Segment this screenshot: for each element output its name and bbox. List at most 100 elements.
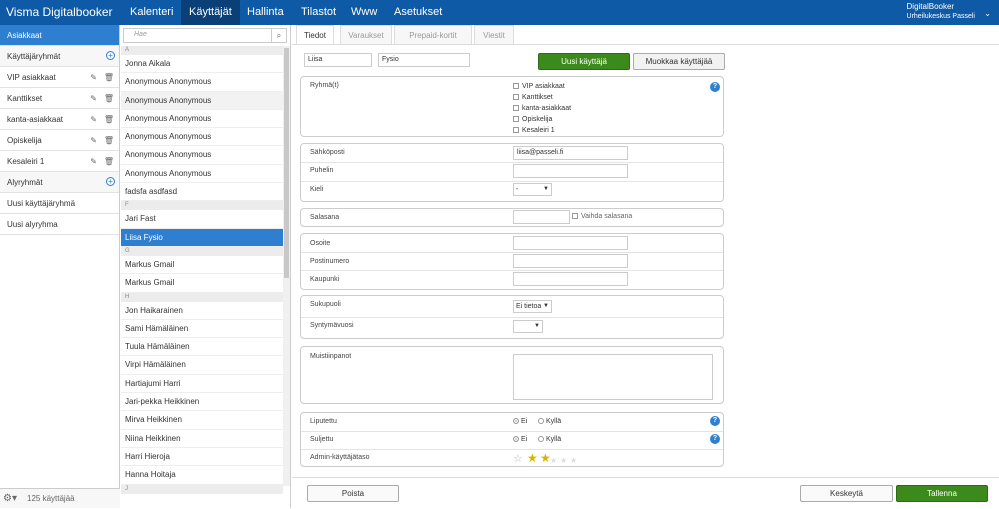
list-item[interactable]: Niina Heikkinen [121,430,283,448]
flagged-yes-radio[interactable]: Kyllä [538,418,561,425]
birthyear-select[interactable]: ▼ [513,320,543,333]
help-icon[interactable]: ? [710,82,720,92]
pencil-icon[interactable]: ✎ [90,109,97,130]
edit-user-button[interactable]: Muokkaa käyttäjää [633,53,725,70]
trash-icon[interactable]: 🗑 [104,109,114,130]
first-name-field[interactable]: Liisa [304,53,372,67]
search-input[interactable]: Hae ⌕ [123,28,287,43]
trash-icon[interactable]: 🗑 [104,151,114,172]
group-checkbox[interactable]: Kesaleiri 1 [513,127,555,134]
list-item[interactable]: Virpi Hämäläinen [121,356,283,375]
list-item[interactable]: Anonymous Anonymous [121,146,283,165]
trash-icon[interactable]: 🗑 [104,130,114,151]
checkbox-icon[interactable] [513,127,519,134]
checkbox-icon[interactable] [572,213,578,220]
list-item[interactable]: Anonymous Anonymous [121,128,283,147]
gender-select[interactable]: Ei tietoa ▼ [513,300,552,313]
tab-tiedot[interactable]: Tiedot [296,25,334,44]
list-item[interactable]: Markus Gmail [121,256,283,275]
list-item[interactable]: fadsfa asdfasd [121,183,283,202]
trash-icon[interactable]: 🗑 [104,88,114,109]
star-icon[interactable]: ★ [527,452,538,464]
nav-asetukset[interactable]: Asetukset [386,0,450,25]
list-item[interactable]: Tuula Hämäläinen [121,338,283,357]
radio-icon[interactable] [538,418,544,425]
scrollbar-thumb[interactable] [284,48,289,278]
list-item[interactable]: Anonymous Anonymous [121,165,283,184]
app-brand[interactable]: Visma Digitalbooker [6,5,113,19]
nav-www[interactable]: Www [343,0,385,25]
trash-icon[interactable]: 🗑 [104,67,114,88]
sidebar-item-kesaleiri[interactable]: Kesaleiri 1 ✎ 🗑 [0,151,119,172]
group-checkbox[interactable]: Opiskelija [513,116,552,123]
list-item[interactable]: Jari Fast [121,210,283,229]
list-item[interactable]: Harri Hieroja [121,448,283,467]
list-scrollbar[interactable] [283,46,290,486]
address-field[interactable] [513,236,628,250]
checkbox-icon[interactable] [513,116,519,123]
tab-viestit[interactable]: Viestit [474,25,514,44]
list-item[interactable]: Hartiajumi Harri [121,375,283,394]
nav-kalenteri[interactable]: Kalenteri [122,0,181,25]
list-item[interactable]: Anonymous Anonymous [121,91,283,110]
user-menu[interactable]: DigitalBooker Urheilukeskus Passeli [907,2,975,22]
star-icon[interactable]: ★ [560,455,567,466]
new-user-button[interactable]: Uusi käyttäjä [538,53,630,70]
add-group-icon[interactable]: + [106,51,115,60]
radio-icon[interactable] [513,436,519,443]
list-item[interactable]: Markus Gmail [121,274,283,293]
group-checkbox[interactable]: Kanttikset [513,94,553,101]
closed-no-radio[interactable]: Ei [513,436,527,443]
closed-yes-radio[interactable]: Kyllä [538,436,561,443]
star-icon[interactable]: ★ [570,455,577,466]
radio-icon[interactable] [538,436,544,443]
list-item[interactable]: Anonymous Anonymous [121,110,283,129]
nav-kayttajat[interactable]: Käyttäjät [181,0,240,25]
checkbox-icon[interactable] [513,94,519,101]
flagged-no-radio[interactable]: Ei [513,418,527,425]
last-name-field[interactable]: Fysio [378,53,470,67]
sidebar-item-kanttikset[interactable]: Kanttikset ✎ 🗑 [0,88,119,109]
zip-field[interactable] [513,254,628,268]
list-item[interactable]: Jari-pekka Heikkinen [121,393,283,412]
add-smart-group-icon[interactable]: + [106,177,115,186]
list-item[interactable]: Jonna Aikala [121,55,283,74]
sidebar-item-asiakkaat[interactable]: Asiakkaat [0,25,119,46]
tab-varaukset[interactable]: Varaukset [340,25,392,44]
star-icon[interactable]: ★ [550,455,557,466]
list-item[interactable]: Hanna Hoitaja [121,466,283,485]
pencil-icon[interactable]: ✎ [90,130,97,151]
tab-prepaid-kortit[interactable]: Prepaid-kortit [394,25,472,44]
list-item[interactable]: Anonymous Anonymous [121,73,283,92]
help-icon[interactable]: ? [710,434,720,444]
email-field[interactable]: liisa@passeli.fi [513,146,628,160]
pencil-icon[interactable]: ✎ [90,67,97,88]
language-select[interactable]: - ▼ [513,183,552,196]
save-button[interactable]: Tallenna [896,485,988,502]
group-checkbox[interactable]: kanta-asiakkaat [513,105,571,112]
pencil-icon[interactable]: ✎ [90,88,97,109]
search-icon[interactable]: ⌕ [271,29,286,42]
list-item[interactable]: Sami Hämäläinen [121,320,283,339]
list-item[interactable]: Mirva Heikkinen [121,411,283,430]
list-item-selected[interactable]: Liisa Fysio [121,228,283,247]
sidebar-item-vip[interactable]: VIP asiakkaat ✎ 🗑 [0,67,119,88]
help-icon[interactable]: ? [710,416,720,426]
checkbox-icon[interactable] [513,83,519,90]
cancel-button[interactable]: Keskeytä [800,485,893,502]
checkbox-icon[interactable] [513,105,519,112]
pencil-icon[interactable]: ✎ [90,151,97,172]
notes-textarea[interactable] [513,354,713,400]
gear-icon[interactable]: ⚙▾ [3,489,17,509]
chevron-down-icon[interactable]: ⌄ [984,9,991,18]
sidebar-item-kanta-asiakkaat[interactable]: kanta-asiakkaat ✎ 🗑 [0,109,119,130]
nav-tilastot[interactable]: Tilastot [293,0,344,25]
sidebar-item-new-user-group[interactable]: Uusi käyttäjäryhmä [0,193,119,214]
radio-icon[interactable] [513,418,519,425]
phone-field[interactable] [513,164,628,178]
city-field[interactable] [513,272,628,286]
list-item[interactable]: Jon Haikarainen [121,302,283,320]
group-checkbox[interactable]: VIP asiakkaat [513,83,565,90]
delete-button[interactable]: Poista [307,485,399,502]
change-password-checkbox[interactable]: Vaihda salasana [572,213,632,220]
